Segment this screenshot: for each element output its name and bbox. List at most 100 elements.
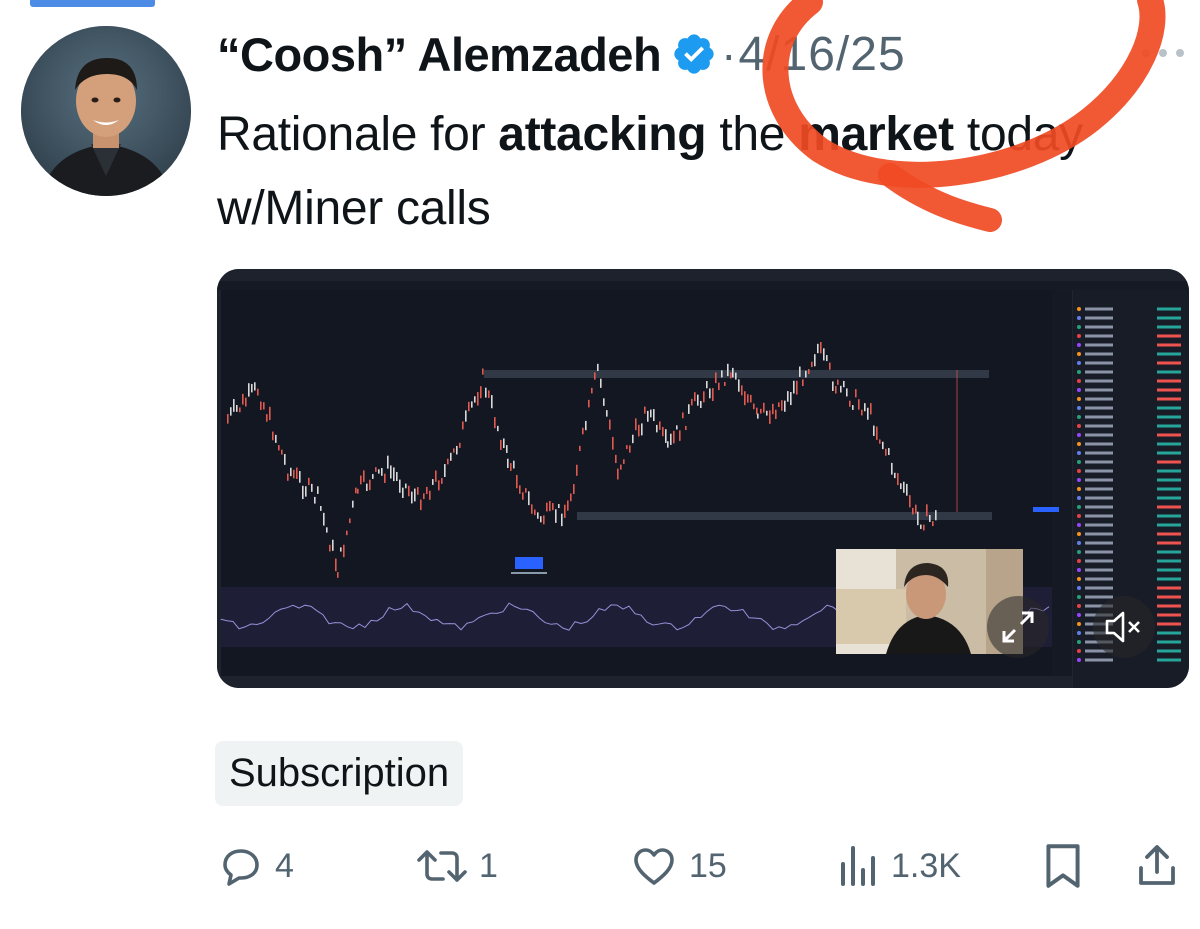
chart-candle [756, 407, 758, 415]
tweet-media-video[interactable] [217, 269, 1189, 688]
chart-candle [579, 445, 581, 452]
chart-candle [790, 392, 792, 406]
chart-candle [929, 515, 931, 522]
reply-button[interactable]: 4 [217, 838, 294, 894]
watchlist-row-change [1157, 478, 1181, 482]
chart-candle [537, 512, 539, 519]
like-button[interactable]: 15 [629, 838, 727, 894]
author-name[interactable]: “Coosh” Alemzadeh [217, 27, 662, 82]
chart-candle [263, 402, 265, 410]
watchlist-row-change [1157, 343, 1181, 347]
watchlist-row-symbol [1085, 586, 1113, 590]
view-count: 1.3K [891, 846, 961, 885]
chart-candle [811, 361, 813, 368]
chart-candle [823, 348, 825, 361]
red-annotation-scribble [762, 0, 1166, 232]
chart-candle [882, 441, 884, 450]
chart-candle [721, 370, 723, 378]
chart-candle [287, 473, 289, 481]
separator-dot: · [721, 28, 737, 80]
watchlist-row-change [1157, 577, 1181, 581]
chart-candle [635, 418, 637, 431]
watchlist-row-icon [1077, 361, 1081, 365]
chart-candle [802, 379, 804, 387]
chart-candle [387, 455, 389, 469]
chart-candle [506, 445, 508, 453]
chart-candle [242, 393, 244, 405]
chart-candle [503, 438, 505, 449]
watchlist-row-icon [1077, 514, 1081, 518]
chart-candle [644, 406, 646, 414]
chart-candle [861, 409, 863, 416]
chart-candle [275, 434, 277, 443]
chart-candle [266, 414, 268, 422]
chart-candle [281, 449, 283, 455]
chart-candle [766, 410, 768, 416]
chart-candle [676, 425, 678, 430]
chart-candle [477, 392, 479, 406]
avatar-image [21, 26, 191, 196]
chart-candle [346, 530, 348, 536]
repost-button[interactable]: 1 [415, 838, 498, 894]
chart-candle [744, 391, 746, 406]
mute-button[interactable] [1093, 596, 1155, 658]
tweet-text-part: Rationale for [217, 108, 499, 161]
watchlist-row-symbol [1085, 523, 1113, 527]
chart-candle [302, 485, 304, 500]
chart-candle [405, 483, 407, 489]
watchlist-row-icon [1077, 442, 1081, 446]
watchlist-row-icon [1077, 397, 1081, 401]
chart-candle [909, 495, 911, 508]
subscription-badge[interactable]: Subscription [215, 741, 464, 806]
chart-candle [709, 388, 711, 399]
chart-candle [912, 507, 914, 515]
chart-candle [778, 402, 780, 408]
chart-candle [482, 368, 484, 375]
chart-candle [453, 448, 455, 453]
chart-candle [730, 372, 732, 379]
chart-candle [227, 414, 229, 424]
chart-candle [906, 483, 908, 496]
chart-candle [870, 403, 872, 415]
views-icon [841, 846, 875, 886]
chart-candle [272, 431, 274, 441]
chart-candle [507, 458, 509, 469]
chart-candle [594, 372, 596, 380]
bookmark-button[interactable] [1042, 838, 1084, 894]
chart-candle [615, 454, 617, 464]
watchlist-row-icon [1077, 469, 1081, 473]
chart-candle [450, 452, 452, 461]
chart-candle [697, 394, 699, 406]
chart-candle [462, 421, 464, 430]
share-button[interactable] [1135, 838, 1179, 894]
avatar[interactable] [21, 26, 191, 196]
chart-candle [239, 407, 241, 413]
chart-candle [378, 469, 380, 474]
chart-candle [494, 417, 496, 429]
views-button[interactable]: 1.3K [837, 838, 961, 894]
action-bar: 4 1 15 1.3K [217, 838, 1187, 894]
watchlist-row-icon [1077, 325, 1081, 329]
chart-candle [775, 409, 777, 420]
chart-candle [597, 363, 599, 371]
chart-candle [691, 398, 693, 406]
watchlist-row-change [1157, 415, 1181, 419]
chart-candle [278, 445, 280, 451]
chart-candle [474, 396, 476, 403]
chart-candle [665, 429, 667, 443]
chart-candle [573, 484, 575, 495]
chart-candle [903, 481, 905, 493]
chart-candle [516, 474, 518, 489]
chart-candle [840, 385, 842, 393]
watchlist-row-change [1157, 631, 1181, 635]
chart-candle [414, 488, 416, 502]
chart-candle [638, 424, 640, 437]
watchlist-row-symbol [1085, 325, 1113, 329]
chart-candle [620, 464, 622, 470]
chart-candle [343, 544, 345, 558]
expand-button[interactable] [987, 596, 1049, 658]
watchlist-row-symbol [1085, 469, 1113, 473]
chart-candle [835, 385, 837, 394]
chart-candle [787, 391, 789, 402]
watchlist-row-icon [1077, 487, 1081, 491]
